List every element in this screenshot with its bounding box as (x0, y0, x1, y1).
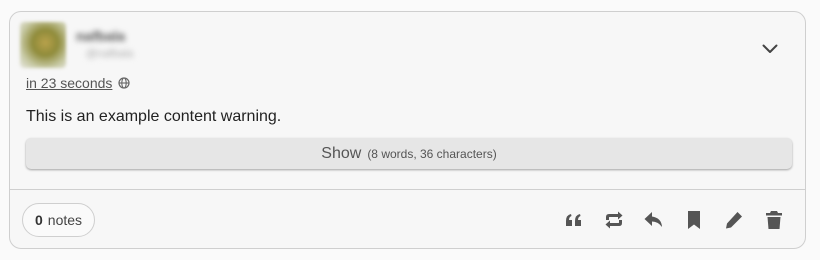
notes-count: 0 (35, 212, 43, 228)
pencil-icon (726, 212, 742, 229)
reply-icon (644, 212, 662, 227)
post-card: nafbala @nafbala in 23 seconds This is a… (9, 11, 806, 249)
timestamp-link[interactable]: in 23 seconds (26, 75, 112, 91)
content-warning-text: This is an example content warning. (26, 108, 282, 125)
bookmark-button[interactable] (682, 209, 706, 231)
notes-button[interactable]: 0 notes (22, 203, 96, 237)
avatar[interactable] (20, 22, 66, 68)
post-actions (562, 209, 786, 231)
edit-button[interactable] (722, 209, 746, 231)
author-handle[interactable]: @nafbala (86, 48, 133, 60)
trash-icon (766, 211, 782, 229)
show-content-button[interactable]: Show (8 words, 36 characters) (26, 138, 792, 169)
delete-button[interactable] (762, 209, 786, 231)
renote-icon (605, 211, 623, 229)
renote-button[interactable] (602, 209, 626, 231)
reply-button[interactable] (642, 209, 666, 231)
quote-icon (566, 214, 581, 226)
bookmark-icon (688, 211, 700, 229)
globe-icon (118, 77, 131, 89)
post-meta: in 23 seconds (26, 75, 131, 91)
show-label: Show (321, 144, 362, 162)
collapse-button[interactable] (758, 38, 782, 60)
author-name[interactable]: nafbala (76, 28, 125, 44)
notes-label: notes (47, 212, 83, 228)
chevron-down-icon (762, 44, 778, 53)
divider (10, 189, 805, 190)
content-length-label: (8 words, 36 characters) (367, 146, 497, 161)
quote-button[interactable] (562, 209, 586, 231)
